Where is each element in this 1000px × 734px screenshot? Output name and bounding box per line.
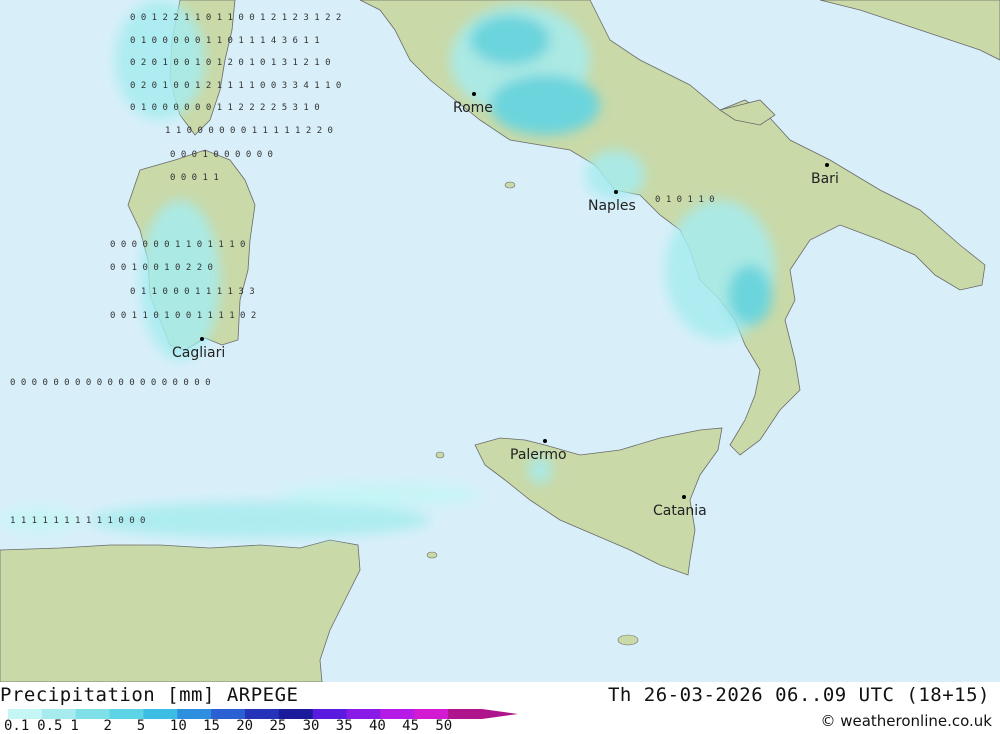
scale-label: 45 — [402, 718, 420, 734]
island-pantelleria — [426, 551, 438, 559]
city-label-bari: Bari — [811, 171, 839, 187]
scale-label: 10 — [169, 718, 187, 734]
city-label-palermo: Palermo — [510, 447, 567, 463]
city-dot-cagliari — [200, 337, 204, 341]
precipitation-map: Rome Naples Bari Cagliari Palermo Catani… — [0, 0, 1000, 682]
city-dot-bari — [825, 163, 829, 167]
valid-time: Th 26-03-2026 06..09 UTC (18+15) — [607, 684, 990, 706]
scale-label: 15 — [203, 718, 220, 734]
grid-row: 0 1 0 0 0 0 0 0 1 1 2 2 2 2 5 3 1 0 — [130, 103, 320, 113]
grid-row: 1 1 1 1 1 1 1 1 1 1 0 0 0 — [10, 516, 145, 526]
scale-label: 35 — [335, 718, 353, 734]
grid-row: 0 0 1 2 2 1 1 0 1 1 0 0 1 2 1 2 3 1 2 2 — [130, 13, 341, 23]
city-dot-catania — [682, 495, 686, 499]
city-label-naples: Naples — [588, 198, 636, 214]
scale-label: 1 — [70, 718, 79, 734]
scale-label: 40 — [368, 718, 386, 734]
grid-row: 0 1 0 1 1 0 — [655, 195, 715, 205]
grid-row: 0 0 0 0 0 0 1 1 0 1 1 1 0 — [110, 240, 245, 250]
city-label-catania: Catania — [653, 503, 707, 519]
grid-row: 0 1 1 0 0 0 1 1 1 1 3 3 — [130, 287, 255, 297]
scale-label: 30 — [302, 718, 320, 734]
grid-row: 0 0 0 1 0 0 0 0 0 0 — [170, 150, 273, 160]
grid-row: 0 0 0 1 1 — [170, 173, 219, 183]
island-malta — [617, 634, 639, 646]
scale-label: 25 — [269, 718, 287, 734]
island-ustica — [504, 181, 516, 189]
scale-label: 5 — [136, 718, 146, 734]
grid-row: 0 0 1 1 0 1 0 0 1 1 1 1 0 2 — [110, 311, 256, 321]
grid-row: 0 0 0 0 0 0 0 0 0 0 0 0 0 0 0 0 0 0 0 — [10, 378, 210, 388]
city-dot-rome — [472, 92, 476, 96]
land-africa — [0, 539, 361, 682]
grid-row: 0 2 0 1 0 0 1 0 1 2 0 1 0 1 3 1 2 1 0 — [130, 58, 330, 68]
scale-label: 2 — [103, 718, 112, 734]
color-scale-labels: 0.1 0.5 1 2 5 10 15 20 25 30 35 40 45 50 — [0, 718, 520, 734]
grid-row: 0 2 0 1 0 0 1 2 1 1 1 1 0 0 3 3 4 1 1 0 — [130, 81, 341, 91]
grid-row: 0 0 1 0 0 1 0 2 2 0 — [110, 263, 213, 273]
city-label-rome: Rome — [453, 100, 493, 116]
city-label-cagliari: Cagliari — [172, 345, 225, 361]
city-dot-palermo — [543, 439, 547, 443]
island-lampedusa — [435, 451, 445, 459]
legend-footer: Precipitation [mm] ARPEGE Th 26-03-2026 … — [0, 682, 1000, 734]
scale-label: 0.1 — [4, 718, 30, 734]
scale-label: 20 — [236, 718, 254, 734]
grid-row: 1 1 0 0 0 0 0 0 1 1 1 1 1 2 2 0 — [165, 126, 333, 136]
grid-row: 0 1 0 0 0 0 0 1 1 0 1 1 1 4 3 6 1 1 — [130, 36, 320, 46]
legend-title: Precipitation [mm] ARPEGE — [0, 684, 299, 706]
city-dot-naples — [614, 190, 618, 194]
scale-label: 50 — [435, 718, 453, 734]
credit-link[interactable]: © weatheronline.co.uk — [820, 712, 992, 730]
scale-label: 0.5 — [37, 718, 63, 734]
